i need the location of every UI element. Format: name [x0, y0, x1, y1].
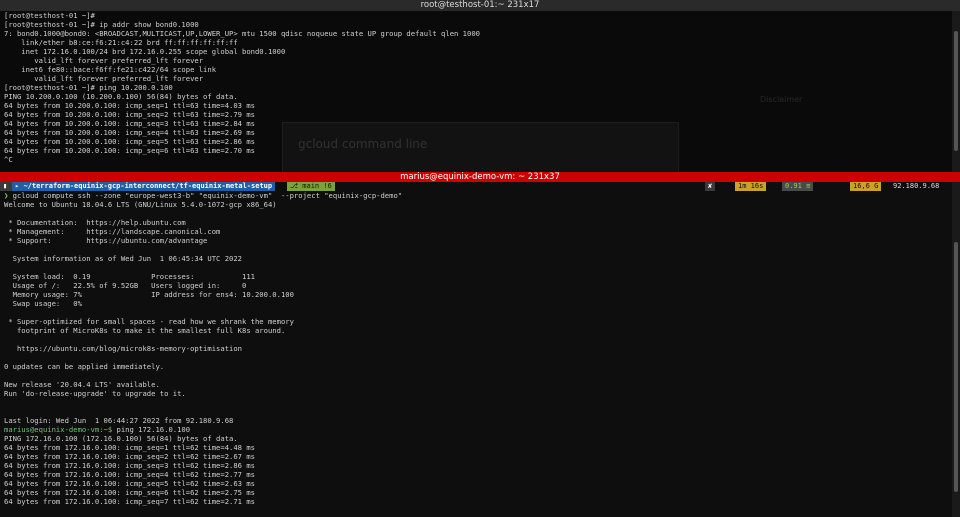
prompt-chevron-icon: ❯: [4, 191, 13, 200]
terminal-line: footprint of MicroK8s to make it the sma…: [4, 326, 286, 335]
terminal-line: 7: bond0.1000@bond0: <BROADCAST,MULTICAS…: [4, 29, 480, 38]
bottom-scrollbar[interactable]: [952, 182, 960, 517]
top-scrollbar-thumb[interactable]: [954, 31, 958, 151]
terminal-line: PING 10.200.0.100 (10.200.0.100) 56(84) …: [4, 92, 238, 101]
terminal-line: Run 'do-release-upgrade' to upgrade to i…: [4, 389, 186, 398]
ssh-command-line: ❯ gcloud compute ssh --zone "europe-west…: [0, 191, 952, 200]
load-icon: ≡: [806, 182, 811, 190]
powerline-prompt-bar: ▮ ▸ ~/terraform-equinix-gcp-interconnect…: [0, 182, 952, 191]
terminal-line: * Super-optimized for small spaces - rea…: [4, 317, 294, 326]
shell-command: ping 172.16.0.100: [112, 425, 191, 434]
prompt-load: 0.91 ≡: [782, 182, 814, 191]
terminal-line: * Support: https://ubuntu.com/advantage: [4, 236, 208, 245]
prompt-status: ✘: [705, 182, 716, 191]
terminal-line: 64 bytes from 10.200.0.100: icmp_seq=2 t…: [4, 110, 255, 119]
top-scrollbar[interactable]: [952, 11, 960, 172]
terminal-line: [root@testhost-01 ~]# ping 10.200.0.100: [4, 83, 173, 92]
terminal-line: Usage of /: 22.5% of 9.52GB Users logged…: [4, 281, 247, 290]
terminal-line: Welcome to Ubuntu 18.04.6 LTS (GNU/Linux…: [4, 200, 277, 209]
terminal-line: System information as of Wed Jun 1 06:45…: [4, 254, 242, 263]
prompt-duration: 1m 16s: [735, 182, 767, 191]
bottom-terminal-output: Welcome to Ubuntu 18.04.6 LTS (GNU/Linux…: [0, 200, 952, 425]
shell-prompt-line: marius@equinix-demo-vm:~$ ping 172.16.0.…: [0, 425, 952, 434]
ping-line: 64 bytes from 172.16.0.100: icmp_seq=2 t…: [4, 452, 255, 461]
terminal-line: System load: 0.19 Processes: 111: [4, 272, 255, 281]
prompt-ip: 92.180.9.68: [893, 182, 940, 190]
ping-line: 64 bytes from 172.16.0.100: icmp_seq=3 t…: [4, 461, 255, 470]
terminal-line: [root@testhost-01 ~]# ip addr show bond0…: [4, 20, 199, 29]
ping-line: 64 bytes from 172.16.0.100: icmp_seq=7 t…: [4, 497, 255, 506]
background-window-label: Disclaimer: [760, 95, 803, 104]
terminal-line: 64 bytes from 10.200.0.100: icmp_seq=1 t…: [4, 101, 255, 110]
terminal-line: Memory usage: 7% IP address for ens4: 10…: [4, 290, 294, 299]
terminal-line: Swap usage: 0%: [4, 299, 82, 308]
top-window-title[interactable]: root@testhost-01:~ 231x17: [0, 0, 960, 11]
bottom-window-title[interactable]: marius@equinix-demo-vm: ~ 231x37: [0, 172, 960, 182]
prompt-memory: 16,6 G: [850, 182, 882, 191]
ssh-command: gcloud compute ssh --zone "europe-west3-…: [12, 191, 403, 200]
terminal-line: valid_lft forever preferred_lft forever: [4, 56, 204, 65]
ping-line: 64 bytes from 172.16.0.100: icmp_seq=6 t…: [4, 488, 255, 497]
terminal-line: valid_lft forever preferred_lft forever: [4, 74, 204, 83]
ping-line: 64 bytes from 172.16.0.100: icmp_seq=1 t…: [4, 443, 255, 452]
terminal-line: inet6 fe80::bace:f6ff:fe21:c422/64 scope…: [4, 65, 217, 74]
shell-prompt: marius@equinix-demo-vm:~$: [4, 425, 113, 434]
terminal-line: New release '20.04.4 LTS' available.: [4, 380, 160, 389]
ping-line: PING 172.16.0.100 (172.16.0.100) 56(84) …: [4, 434, 238, 443]
background-window-title: gcloud command line: [298, 137, 428, 151]
terminal-line: https://ubuntu.com/blog/microk8s-memory-…: [4, 344, 242, 353]
terminal-line: Last login: Wed Jun 1 06:44:27 2022 from…: [4, 416, 234, 425]
terminal-line: inet 172.16.0.100/24 brd 172.16.0.255 sc…: [4, 47, 286, 56]
terminal-line: [root@testhost-01 ~]#: [4, 11, 95, 20]
bottom-terminal-pane[interactable]: ❯ gcloud compute ssh --zone "europe-west…: [0, 182, 952, 517]
terminal-line: link/ether b8:ce:f6:21:c4:22 brd ff:ff:f…: [4, 38, 238, 47]
terminal-line: * Documentation: https://help.ubuntu.com: [4, 218, 186, 227]
ping-line: 64 bytes from 172.16.0.100: icmp_seq=5 t…: [4, 479, 255, 488]
ping-line: 64 bytes from 172.16.0.100: icmp_seq=4 t…: [4, 470, 255, 479]
bottom-scrollbar-thumb[interactable]: [954, 242, 958, 492]
terminal-line: 0 updates can be applied immediately.: [4, 362, 165, 371]
ping-output: PING 172.16.0.100 (172.16.0.100) 56(84) …: [0, 434, 952, 506]
git-branch-icon: ⎇: [290, 182, 303, 190]
prompt-path: ▸ ~/terraform-equinix-gcp-interconnect/t…: [12, 182, 276, 191]
terminal-line: * Management: https://landscape.canonica…: [4, 227, 221, 236]
prompt-git-branch: ⎇ main !6: [287, 182, 335, 191]
